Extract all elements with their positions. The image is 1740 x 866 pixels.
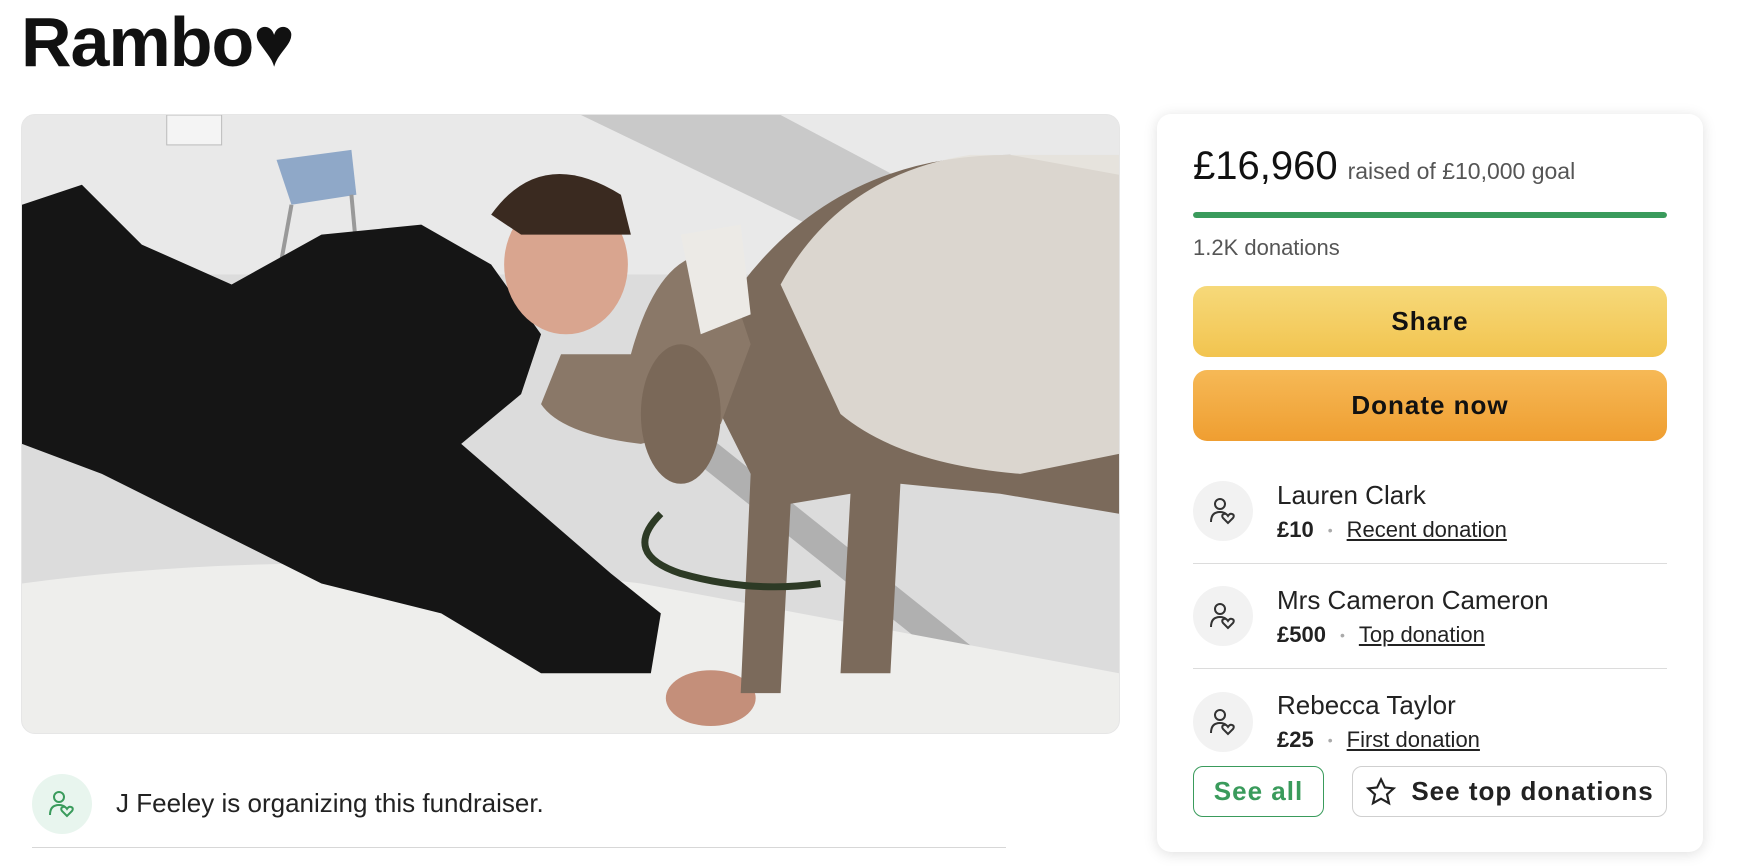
separator-dot: • [1327,732,1333,748]
organizer-row: J Feeley is organizing this fundraiser. [32,760,1006,848]
person-heart-icon [1193,481,1253,541]
donor-name: Lauren Clark [1277,479,1426,510]
donor-item: Lauren Clark £10 • Recent donation [1193,459,1667,564]
person-heart-icon [32,773,92,834]
page-title: Rambo♥ [21,3,295,81]
donate-now-button[interactable]: Donate now [1193,370,1667,441]
donor-amount: £500 [1277,621,1326,647]
progress-bar [1193,212,1667,218]
raised-amount: £16,960 [1193,144,1338,188]
separator-dot: • [1339,626,1345,643]
progress-fill [1193,212,1667,218]
donor-amount: £25 [1277,727,1314,752]
see-all-button[interactable]: See all [1193,766,1324,817]
separator-dot: • [1327,521,1333,538]
person-heart-icon [1193,586,1253,646]
donation-tag-link[interactable]: Top donation [1359,622,1485,648]
donor-name: Mrs Cameron Cameron [1277,584,1549,615]
share-button[interactable]: Share [1193,286,1667,357]
donation-card: £16,960 raised of £10,000 goal 1.2K dona… [1157,114,1703,852]
donation-tag-link[interactable]: First donation [1347,727,1480,753]
see-top-donations-button[interactable]: See top donations [1352,766,1667,817]
star-icon [1366,776,1397,805]
donations-count: 1.2K donations [1193,235,1340,260]
raised-summary: £16,960 raised of £10,000 goal [1193,144,1575,189]
donor-item: Mrs Cameron Cameron £500 • Top donation [1193,564,1667,669]
donor-amount: £10 [1277,516,1314,542]
goal-text: raised of £10,000 goal [1347,158,1576,184]
hero-image [21,114,1120,734]
donor-name: Rebecca Taylor [1277,690,1456,720]
organizer-text: J Feeley is organizing this fundraiser. [116,788,544,818]
see-top-donations-label: See top donations [1411,776,1654,806]
donation-tag-link[interactable]: Recent donation [1347,517,1507,543]
donor-item: Rebecca Taylor £25 • First donation [1193,669,1667,774]
person-heart-icon [1193,691,1253,752]
